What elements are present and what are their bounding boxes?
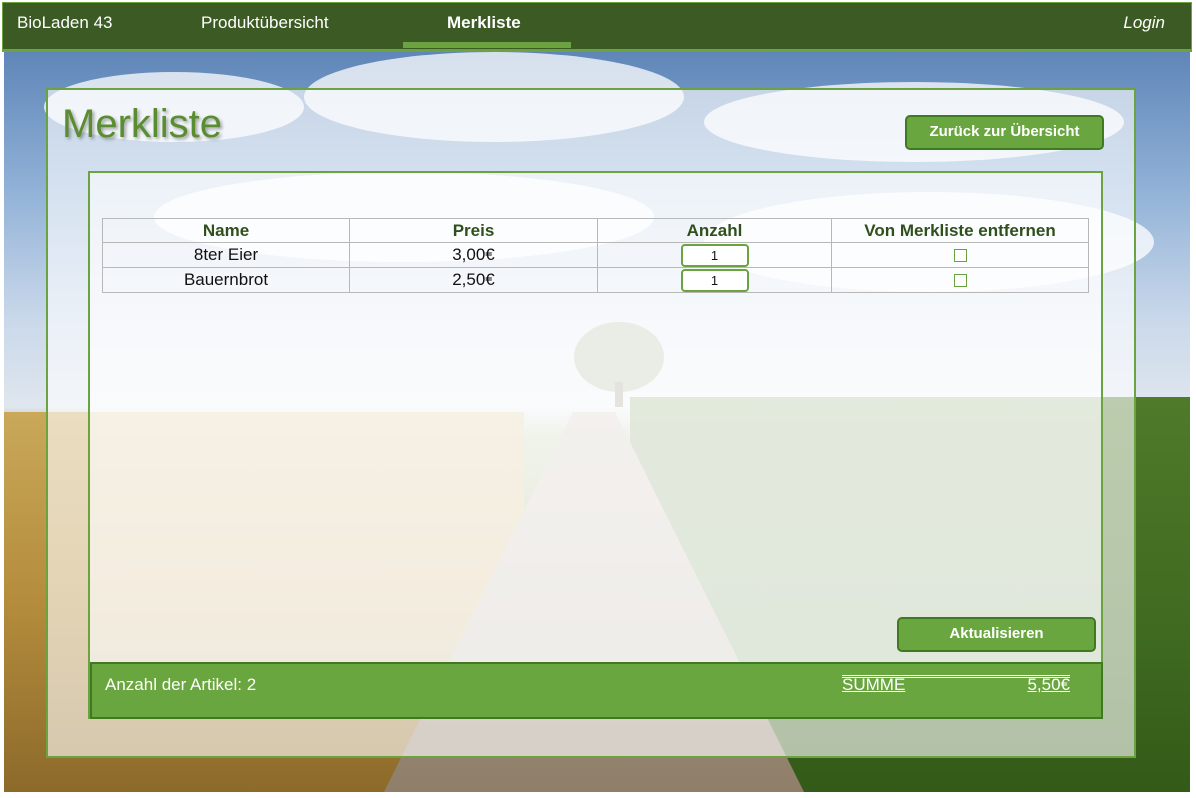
product-price: 3,00€ [349,242,598,268]
product-price: 2,50€ [349,267,598,293]
update-button[interactable]: Aktualisieren [897,617,1096,652]
column-header-price: Preis [349,218,598,243]
nav-item-merkliste[interactable]: Merkliste [447,13,521,33]
column-header-remove: Von Merkliste entfernen [831,218,1089,243]
wishlist-table: Name Preis Anzahl Von Merkliste entferne… [102,218,1089,293]
remove-checkbox[interactable] [953,274,967,287]
sum-total: SUMME 5,50€ [842,675,1070,694]
top-nav: BioLaden 43 Produktübersicht Merkliste L… [2,2,1192,52]
table-row: Bauernbrot 2,50€ 1 [102,267,1089,293]
item-count: Anzahl der Artikel: 2 [105,675,257,694]
nav-item-produktuebersicht[interactable]: Produktübersicht [201,13,329,33]
product-name: 8ter Eier [102,242,350,268]
quantity-input[interactable]: 1 [680,268,749,292]
summary-bar: Anzahl der Artikel: 2 SUMME 5,50€ [90,662,1103,719]
table-row: 8ter Eier 3,00€ 1 [102,242,1089,268]
brand-link[interactable]: BioLaden 43 [17,13,112,33]
column-header-quantity: Anzahl [597,218,832,243]
quantity-input[interactable]: 1 [680,243,749,267]
page-title: Merkliste [62,102,223,146]
login-link[interactable]: Login [1123,13,1165,33]
active-tab-indicator [403,42,571,48]
sum-value: 5,50€ [1027,675,1070,694]
table-header-row: Name Preis Anzahl Von Merkliste entferne… [102,218,1089,243]
column-header-name: Name [102,218,350,243]
sum-label: SUMME [842,675,906,694]
remove-checkbox[interactable] [953,249,967,262]
back-to-overview-button[interactable]: Zurück zur Übersicht [905,115,1104,150]
product-name: Bauernbrot [102,267,350,293]
